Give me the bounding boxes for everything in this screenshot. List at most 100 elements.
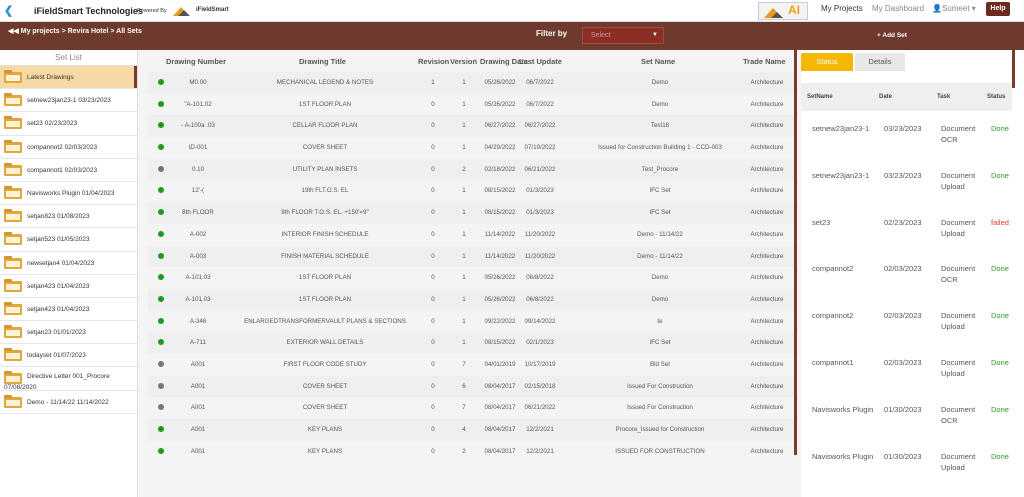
column-header[interactable]: Drawing Title [299, 57, 346, 66]
column-header[interactable]: Last Update [519, 57, 562, 66]
set-list-item[interactable]: Navisworks Plugin 01/04/2023 [0, 182, 137, 206]
chevron-left-icon[interactable]: ❮ [4, 4, 13, 17]
table-row[interactable]: A001 COVER SHEET 0 7 08/04/2017 06/21/2022 Iss… [148, 397, 794, 419]
cell-rev: 0 [431, 317, 435, 325]
cell-date: 08/04/2017 [484, 447, 516, 455]
status-cell-date: 02/03/2023 [884, 311, 922, 321]
table-row[interactable]: M0.00 MECHANICAL LEGEND & NOTES 1 1 05/26/20… [148, 72, 794, 94]
table-row[interactable]: 8th FLOOR 9th FLOOR T.O.S. EL. +150'=9" 0 1… [148, 202, 794, 224]
scrollbar[interactable] [1012, 50, 1015, 88]
table-row[interactable]: A001 KEY PLANS 0 4 08/04/2017 12/2/2021 Procor… [148, 419, 794, 441]
folder-icon [4, 209, 22, 223]
column-header[interactable]: Revision [418, 57, 449, 66]
set-list-item-label: setjan823 01/08/2023 [27, 213, 90, 221]
column-header: Status [987, 94, 1006, 100]
set-list-item[interactable]: setjan23 01/01/2023 [0, 321, 137, 345]
cell-title: CELLAR FLOOR PLAN [292, 122, 358, 130]
cell-rev: 0 [431, 187, 435, 195]
set-list-item[interactable]: setnew23jan23-1 03/23/2023 [0, 89, 137, 113]
cell-update: 07/19/2022 [524, 144, 556, 152]
status-cell-status: Done [991, 404, 1009, 414]
cell-ver: 1 [462, 295, 466, 303]
cell-date: 11/14/2022 [484, 252, 516, 260]
set-list-item[interactable]: Demo - 11/14/22 11/14/2022 [0, 391, 137, 414]
table-row[interactable]: A001 KEY PLANS 0 2 08/04/2017 12/2/2021 ISSUED… [148, 441, 794, 463]
set-list-item[interactable]: compannot1 02/03/2023 [0, 159, 137, 182]
status-row[interactable]: Navisworks Plugin 01/30/2023 Document Uplo… [801, 439, 1024, 486]
table-row[interactable]: A-711 EXTERIOR WALL DETAILS 0 1 08/15/2022 02… [148, 332, 794, 354]
table-row[interactable]: A-346 ENLARGEDTRANSFORMERVAULT PLANS & SE… [148, 311, 794, 333]
my-projects-link[interactable]: My Projects [821, 4, 863, 13]
table-row[interactable]: A-101.03 1ST FLOOR PLAN 0 1 05/26/2022 06/8/2… [148, 288, 794, 311]
status-cell-set: setnew23jan23-1 [812, 124, 870, 133]
status-row[interactable]: compannot2 02/03/2023 Document Upload Done [801, 298, 1024, 345]
table-row[interactable]: A-101.03 1ST FLOOR PLAN 0 1 05/26/2022 06/8/2… [148, 267, 794, 289]
cell-set: te [657, 317, 663, 325]
status-row[interactable]: setnew23jan23-1 03/23/2023 Document Upload… [801, 158, 1024, 205]
ai-logo-text: AI [788, 3, 800, 17]
table-row[interactable]: A001 COVER SHEET 0 6 08/04/2017 02/15/2018 Iss… [148, 375, 794, 398]
table-row[interactable]: 0.10 UTILITY PLAN INSETS 0 2 02/18/2022 06/21… [148, 158, 794, 181]
add-set-button[interactable]: + Add Set [877, 32, 907, 39]
table-row[interactable]: 12'-(19th FLT.O.S. EL 0 1 08/15/2022 01/3/20… [148, 180, 794, 202]
table-row[interactable]: A001 FIRST FLOOR CODE STUDY 0 7 04/01/2019 10… [148, 354, 794, 376]
status-cell-date: 01/30/2023 [884, 404, 922, 414]
set-list-item[interactable]: newsetjan4 01/04/2023 [0, 252, 137, 275]
cell-update: 11/20/2022 [524, 230, 556, 238]
cell-set: Test18 [650, 122, 670, 130]
set-list-item[interactable]: set23 02/23/2023 [0, 112, 137, 136]
cell-ver: 2 [462, 165, 466, 173]
cell-update: 02/1/2023 [526, 339, 554, 347]
status-cell-task: Document Upload [941, 358, 976, 378]
table-row[interactable]: - A-100a .03 CELLAR FLOOR PLAN 0 1 06/27/202… [148, 115, 794, 138]
status-row[interactable]: Navisworks Plugin 01/30/2023 Document OCR D… [801, 392, 1024, 439]
powered-logo-text: iFieldSmart [196, 7, 229, 13]
status-cell-set: Navisworks Plugin [812, 404, 874, 414]
set-list-item[interactable]: setjan423 01/04/2023 [0, 298, 137, 322]
status-row[interactable]: compannot2 02/03/2023 Document OCR Done [801, 251, 1024, 298]
table-row[interactable]: A-003 FINISH MATERIAL SCHEDULE 0 1 11/14/202… [148, 245, 794, 268]
cell-ver: 1 [462, 100, 466, 108]
cell-update: 12/2/2021 [526, 426, 554, 433]
column-header[interactable]: Version [450, 57, 477, 66]
cell-rev: 0 [431, 404, 435, 412]
set-list-item[interactable]: setjan523 01/05/2023 [0, 228, 137, 252]
tab-status[interactable]: Status [801, 53, 853, 71]
my-dashboard-link[interactable]: My Dashboard [872, 4, 924, 13]
status-row[interactable]: setnew23jan23-1 03/23/2023 Document OCR Don… [801, 111, 1024, 158]
set-list-item[interactable]: Latest Drawings [0, 66, 137, 90]
status-cell-set: compannot2 [812, 311, 854, 321]
breadcrumb-text: My projects > Revira Hotel > All Sets [20, 28, 142, 35]
cell-rev: 0 [431, 382, 435, 390]
table-row[interactable]: ID-001 COVER SHEET 0 1 04/29/2022 07/19/2022 I… [148, 137, 794, 159]
cell-update: 06/7/2022 [526, 100, 554, 108]
breadcrumb[interactable]: ◀◀ My projects > Revira Hotel > All Sets [8, 27, 142, 35]
set-list-item[interactable]: setjan823 01/08/2023 [0, 205, 137, 229]
cell-trade: Architecture [750, 165, 784, 173]
cell-update: 06/21/2022 [524, 404, 556, 412]
status-row[interactable]: set23 02/23/2023 Document Upload failed [801, 205, 1024, 252]
folder-icon [4, 278, 22, 292]
column-header[interactable]: Drawing Number [166, 57, 226, 66]
user-menu[interactable]: 👤Sumeet ▾ [932, 4, 976, 13]
cell-ver: 4 [462, 426, 466, 433]
help-button[interactable]: Help [986, 2, 1010, 16]
folder-icon [4, 301, 22, 315]
set-list-item[interactable]: Directive Letter 001_Procore 07/08/2020 [0, 367, 137, 391]
status-row[interactable]: compannot1 02/03/2023 Document Upload Done [801, 345, 1024, 392]
column-header[interactable]: Set Name [641, 57, 675, 66]
cell-ver: 6 [462, 382, 466, 390]
cell-title: COVER SHEET [302, 404, 348, 412]
set-list-item[interactable]: compannot2 02/03/2023 [0, 136, 137, 159]
status-cell-status: Done [991, 124, 1009, 133]
set-list-item[interactable]: setjan423 01/04/2023 [0, 275, 137, 298]
table-row[interactable]: A-002 INTERIOR FINISH SCHEDULE 0 1 11/14/202… [148, 224, 794, 246]
set-list-item[interactable]: todayset 01/07/2023 [0, 344, 137, 368]
tab-details[interactable]: Details [855, 53, 905, 71]
table-row[interactable]: "A-101.02 1ST FLOOR PLAN 0 1 05/26/2022 06/7/… [148, 94, 794, 116]
cell-rev: 0 [431, 252, 435, 260]
table-header: Drawing Number Drawing Title Revision Ve… [148, 52, 794, 72]
back-arrow-icon[interactable]: ◀◀ [8, 28, 19, 35]
filter-select[interactable]: Select ▼ [582, 27, 664, 44]
column-header[interactable]: Trade Name [743, 57, 786, 66]
